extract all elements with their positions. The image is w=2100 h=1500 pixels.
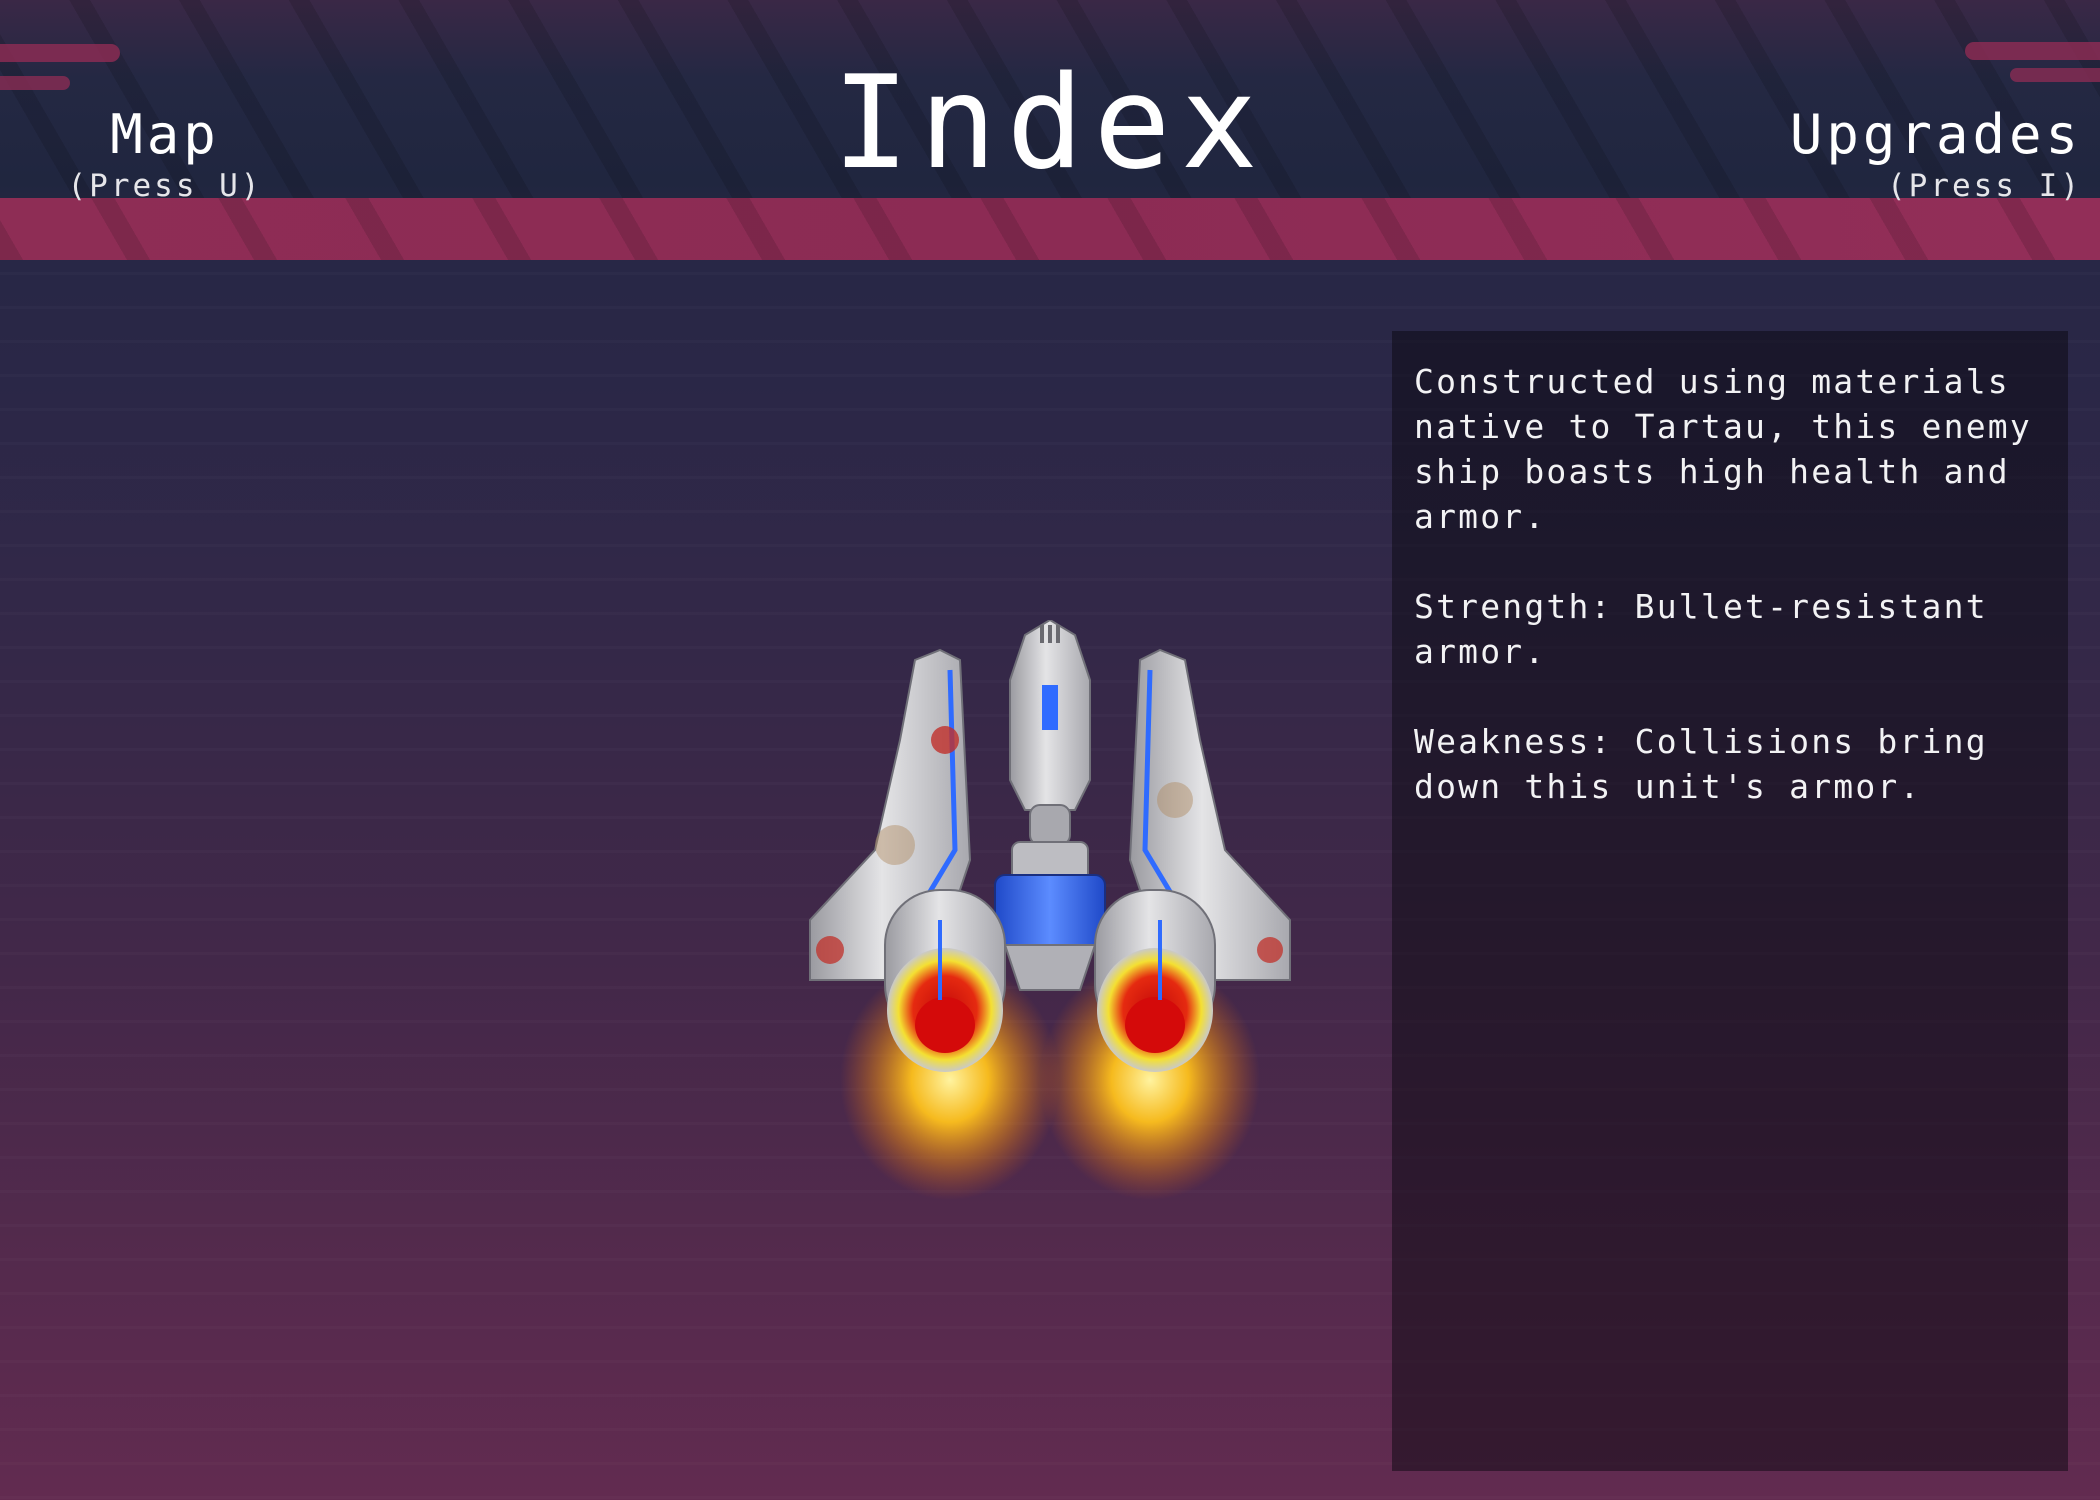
upgrades-nav-button[interactable]: Upgrades (Press I) (1790, 108, 2082, 205)
header-decoration (2010, 68, 2100, 82)
enemy-ship-icon (790, 620, 1310, 1240)
header-decoration (0, 76, 70, 90)
ship-info-panel: Constructed using materials native to Ta… (1392, 331, 2068, 1471)
ship-description: Constructed using materials native to Ta… (1414, 362, 2032, 536)
header-decoration (0, 44, 120, 62)
ship-weakness: Weakness: Collisions bring down this uni… (1414, 722, 1988, 806)
page-title: Index (832, 49, 1268, 198)
ship-strength: Strength: Bullet-resistant armor. (1414, 587, 1988, 671)
map-key-hint: (Press U) (67, 168, 263, 204)
map-nav-button[interactable]: Map (Press U) (50, 108, 280, 205)
upgrades-key-hint: (Press I) (1887, 168, 2082, 204)
map-label: Map (110, 103, 220, 166)
upgrades-label: Upgrades (1789, 103, 2082, 166)
header-decoration (1965, 42, 2100, 60)
